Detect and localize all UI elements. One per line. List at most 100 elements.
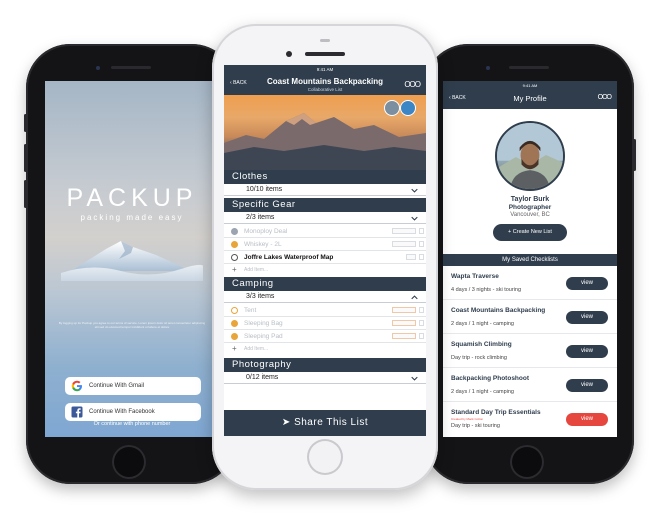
gmail-login-label: Continue With Gmail: [89, 383, 145, 389]
section-header-photography[interactable]: Photography: [224, 358, 426, 372]
view-button[interactable]: view: [566, 277, 608, 290]
profile-nav-bar: ‹ BACK My Profile OOO: [443, 89, 617, 109]
list-item[interactable]: Monoploy Deal: [224, 225, 426, 238]
add-item-placeholder: Add Item...: [244, 346, 269, 352]
check-icon[interactable]: [231, 307, 238, 314]
view-button[interactable]: view: [566, 311, 608, 324]
checklist-meta: 4 days / 3 nights - ski touring: [451, 287, 522, 293]
person-photo: [497, 123, 563, 189]
collaborator-avatar[interactable]: [400, 100, 416, 116]
proximity-sensor: [320, 39, 330, 42]
earpiece: [111, 66, 151, 69]
quantity-box[interactable]: [419, 307, 424, 313]
unchecked-circle-icon[interactable]: [231, 254, 238, 261]
list-subtitle: Collaborative List: [307, 87, 343, 92]
list-item: Wapta Traverse 4 days / 3 nights - ski t…: [443, 266, 617, 300]
checklist-creator-note: Created by Mack Colton: [451, 417, 484, 421]
check-icon[interactable]: [231, 320, 238, 327]
list-item: Backpacking Photoshoot 2 days / 1 night …: [443, 368, 617, 402]
front-camera: [96, 66, 100, 70]
gmail-login-button[interactable]: Continue With Gmail: [65, 377, 201, 395]
assignee-tag: [392, 241, 416, 247]
check-icon[interactable]: [231, 228, 238, 235]
list-item: Coast Mountains Backpacking 2 days / 1 n…: [443, 300, 617, 334]
share-list-button[interactable]: ➤ Share This List: [224, 410, 426, 436]
phone-login-link[interactable]: Or continue with phone number: [45, 421, 219, 427]
item-label: Sleeping Bag: [244, 320, 283, 327]
view-button[interactable]: view: [566, 413, 608, 426]
item-label: Joffre Lakes Waterproof Map: [244, 254, 334, 261]
status-bar: 9:41 AM: [443, 81, 617, 89]
front-camera: [286, 51, 292, 57]
item-label: Monoploy Deal: [244, 228, 288, 235]
section-header-camping[interactable]: Camping: [224, 277, 426, 291]
list-item[interactable]: Sleeping Pad: [224, 330, 426, 343]
earpiece: [509, 66, 549, 69]
plus-icon: +: [232, 265, 237, 274]
list-item[interactable]: Joffre Lakes Waterproof Map: [224, 251, 426, 264]
terms-fine-print: By logging up for Packup you agree to ou…: [58, 321, 206, 329]
section-count[interactable]: 10/10 items: [224, 184, 426, 196]
send-icon: ➤: [281, 417, 295, 428]
list-item[interactable]: Whiskey - 2L: [224, 238, 426, 251]
chevron-down-icon[interactable]: [411, 187, 418, 194]
profile-location: Vancouver, BC: [510, 212, 550, 218]
more-options-icon[interactable]: OOO: [598, 94, 612, 101]
saved-checklists-heading: My Saved Checklists: [443, 254, 617, 266]
add-item-row[interactable]: + Add Item...: [224, 264, 426, 276]
collaborator-avatar[interactable]: [384, 100, 400, 116]
app-logo: PACKUP: [66, 184, 198, 212]
check-icon[interactable]: [231, 241, 238, 248]
facebook-icon: [71, 406, 83, 418]
front-camera: [486, 66, 490, 70]
avatar: [495, 121, 565, 191]
item-label: Sleeping Pad: [244, 333, 283, 340]
left-phone-device: PACKUP packing made easy By logging up f…: [24, 44, 236, 484]
quantity-box[interactable]: [419, 254, 424, 260]
mute-switch: [24, 114, 27, 132]
assignee-tag: [392, 228, 416, 234]
section-count[interactable]: 3/3 items: [224, 291, 426, 303]
status-time: 9:41 AM: [316, 67, 334, 72]
facebook-login-label: Continue With Facebook: [89, 409, 155, 415]
create-new-list-label: Create New List: [512, 229, 552, 235]
chevron-down-icon[interactable]: [411, 375, 418, 382]
checklist-screen: 9:41 AM ‹ BACK Coast Mountains Backpacki…: [224, 65, 426, 436]
quantity-box[interactable]: [419, 228, 424, 234]
profile-name: Taylor Burk: [510, 196, 550, 203]
more-options-icon[interactable]: OOO: [404, 80, 421, 89]
list-item: Squamish Climbing Day trip - rock climbi…: [443, 334, 617, 368]
center-phone-device: 9:41 AM ‹ BACK Coast Mountains Backpacki…: [212, 24, 438, 490]
add-item-placeholder: Add Item...: [244, 267, 269, 273]
list-item[interactable]: Tent: [224, 304, 426, 317]
section-count[interactable]: 2/3 items: [224, 212, 426, 224]
list-nav-bar: ‹ BACK Coast Mountains Backpacking Colla…: [224, 74, 426, 95]
list-item[interactable]: Sleeping Bag: [224, 317, 426, 330]
check-icon[interactable]: [231, 333, 238, 340]
checklist-meta: 2 days / 1 night - camping: [451, 321, 514, 327]
section-count-text: 2/3 items: [246, 214, 275, 221]
quantity-box[interactable]: [419, 241, 424, 247]
view-button[interactable]: view: [566, 345, 608, 358]
checklist-name: Standard Day Trip Essentials: [451, 409, 541, 416]
share-list-label: Share This List: [294, 417, 369, 428]
volume-up-button: [24, 144, 27, 172]
section-count-text: 0/12 items: [246, 374, 279, 381]
chevron-up-icon[interactable]: [411, 294, 418, 301]
create-new-list-button[interactable]: + Create New List: [493, 224, 567, 241]
section-header-specific-gear[interactable]: Specific Gear: [224, 198, 426, 212]
assignee-tag: [392, 320, 416, 326]
add-item-row[interactable]: + Add Item...: [224, 343, 426, 355]
list-cover-photo: [224, 95, 426, 170]
assignee-tag: [392, 307, 416, 313]
earpiece: [305, 52, 345, 56]
view-button[interactable]: view: [566, 379, 608, 392]
section-count[interactable]: 0/12 items: [224, 372, 426, 384]
facebook-login-button[interactable]: Continue With Facebook: [65, 403, 201, 421]
checklist-name: Backpacking Photoshoot: [451, 375, 530, 382]
quantity-box[interactable]: [419, 333, 424, 339]
volume-down-button: [24, 180, 27, 208]
chevron-down-icon[interactable]: [411, 215, 418, 222]
quantity-box[interactable]: [419, 320, 424, 326]
section-header-clothes[interactable]: Clothes: [224, 170, 426, 184]
